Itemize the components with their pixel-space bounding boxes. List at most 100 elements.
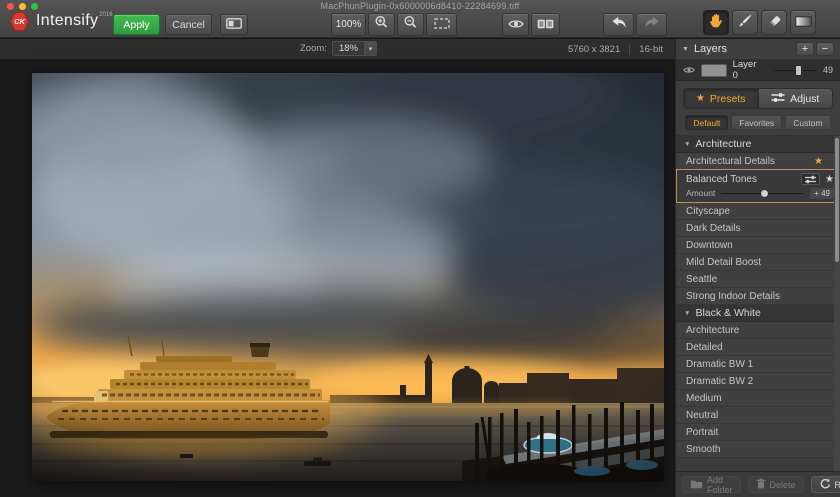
fit-to-screen-button[interactable] — [426, 13, 457, 36]
preset-item[interactable]: Mild Detail Boost — [676, 254, 840, 271]
amount-value: + 49 — [810, 188, 834, 199]
zoom-in-icon — [374, 15, 389, 34]
gradient-icon — [795, 14, 812, 32]
app-year: 2016 — [99, 12, 112, 18]
reset-button[interactable]: Reset — [811, 476, 840, 493]
layer-visibility-icon[interactable] — [683, 61, 695, 79]
divider — [629, 44, 630, 55]
cancel-button[interactable]: Cancel — [165, 14, 212, 35]
scrollbar-thumb[interactable] — [835, 138, 839, 262]
preset-label: Mild Detail Boost — [686, 257, 761, 268]
remove-layer-button[interactable]: − — [816, 42, 834, 56]
add-folder-button[interactable]: Add Folder — [682, 476, 741, 493]
chevron-down-icon: ▾ — [369, 45, 373, 53]
preset-item[interactable]: Dramatic BW 1 — [676, 356, 840, 373]
preset-item[interactable]: Neutral — [676, 407, 840, 424]
preset-label: Medium — [686, 393, 722, 404]
preset-label: Balanced Tones — [686, 174, 757, 185]
preset-item[interactable]: Strong Indoor Details — [676, 288, 840, 305]
right-panel: ▼ Layers + − Layer 0 49 ★ — [675, 39, 840, 497]
layer-opacity-slider[interactable] — [774, 65, 817, 75]
preset-section-header[interactable]: ▼Architecture — [676, 136, 840, 153]
zoom-100-button[interactable]: 100% — [331, 13, 366, 36]
hand-tool-button[interactable] — [703, 10, 729, 35]
tool-palette — [703, 10, 816, 35]
preset-label: Seattle — [686, 274, 717, 285]
preset-item[interactable]: Cityscape — [676, 203, 840, 220]
view-button-group — [502, 13, 560, 36]
preset-label: Strong Indoor Details — [686, 291, 780, 302]
zoom-out-button[interactable] — [397, 13, 424, 36]
collapse-triangle-icon: ▼ — [682, 46, 689, 53]
zoom-in-button[interactable] — [368, 13, 395, 36]
tab-presets[interactable]: ★ Presets — [684, 89, 759, 108]
brush-tool-button[interactable] — [732, 10, 758, 35]
preset-item[interactable]: Seattle — [676, 271, 840, 288]
section-title: Black & White — [695, 307, 760, 319]
preset-item[interactable]: Smooth — [676, 441, 840, 458]
redo-button[interactable] — [636, 13, 667, 36]
zoom-level-control: Zoom: 18% ▾ — [300, 41, 377, 56]
slider-thumb[interactable] — [761, 190, 768, 197]
preset-item[interactable]: Medium — [676, 390, 840, 407]
app-logo: CK Intensify 2016 — [9, 11, 113, 32]
preset-item[interactable]: Portrait — [676, 424, 840, 441]
collapse-triangle-icon: ▼ — [684, 141, 690, 148]
zoom-level-select[interactable]: ▾ — [364, 41, 377, 56]
canvas-area — [0, 59, 675, 497]
gradient-tool-button[interactable] — [790, 10, 816, 35]
zoom-label: Zoom: — [300, 43, 327, 54]
history-button-group — [603, 13, 667, 36]
filter-favorites[interactable]: Favorites — [731, 115, 782, 130]
edit-sliders-icon[interactable] — [801, 173, 820, 185]
layer-row[interactable]: Layer 0 49 — [676, 60, 840, 81]
scrollbar[interactable] — [834, 136, 840, 471]
eraser-tool-button[interactable] — [761, 10, 787, 35]
layers-header[interactable]: ▼ Layers + − — [676, 39, 840, 60]
preset-item[interactable]: Detailed — [676, 339, 840, 356]
folder-icon — [690, 479, 703, 491]
zoom-out-icon — [403, 15, 418, 34]
preset-item[interactable]: Architectural Details ★ — [676, 153, 840, 170]
preset-item[interactable]: Downtown — [676, 237, 840, 254]
preset-filter-tabs: Default Favorites Custom — [682, 115, 834, 130]
panel-tabs: ★ Presets Adjust — [683, 88, 833, 109]
preview-button[interactable] — [502, 13, 529, 36]
amount-slider[interactable] — [721, 189, 803, 198]
filter-custom[interactable]: Custom — [785, 115, 830, 130]
hand-icon — [709, 13, 723, 33]
brush-icon — [738, 13, 753, 33]
toggle-panel-button[interactable] — [220, 14, 248, 35]
split-compare-icon — [537, 16, 554, 34]
preset-label: Dramatic BW 1 — [686, 359, 753, 370]
star-icon: ★ — [696, 93, 705, 104]
trash-icon — [756, 478, 766, 491]
creative-kit-logo-icon: CK — [9, 11, 30, 32]
filter-default[interactable]: Default — [685, 115, 728, 130]
preset-label: Neutral — [686, 410, 718, 421]
undo-button[interactable] — [603, 13, 634, 36]
apply-button[interactable]: Apply — [113, 14, 160, 35]
layer-opacity-value: 49 — [823, 65, 833, 75]
preset-item[interactable]: Dark Details — [676, 220, 840, 237]
preset-item[interactable]: Dramatic BW 2 — [676, 373, 840, 390]
photo-canvas[interactable] — [32, 73, 664, 481]
preset-section-header[interactable]: ▼Black & White — [676, 305, 840, 322]
compare-button[interactable] — [531, 13, 560, 36]
image-bit-depth: 16-bit — [639, 44, 663, 55]
preset-label: Portrait — [686, 427, 718, 438]
sliders-icon — [771, 92, 785, 106]
image-dimensions: 5760 x 3821 — [568, 44, 620, 55]
zoom-level-value[interactable]: 18% — [332, 41, 364, 56]
slider-thumb[interactable] — [796, 66, 801, 75]
preset-item[interactable]: Architecture — [676, 322, 840, 339]
favorite-star-icon[interactable]: ★ — [814, 156, 823, 167]
preset-label: Architectural Details — [686, 156, 775, 167]
delete-preset-button[interactable]: Delete — [748, 476, 804, 493]
add-layer-button[interactable]: + — [796, 42, 814, 56]
preset-label: Smooth — [686, 444, 720, 455]
favorite-star-icon[interactable]: ★ — [825, 174, 834, 185]
tab-adjust[interactable]: Adjust — [759, 89, 833, 108]
preset-item-selected[interactable]: Balanced Tones★Amount+ 49 — [676, 169, 840, 203]
layer-thumbnail[interactable] — [701, 64, 727, 77]
